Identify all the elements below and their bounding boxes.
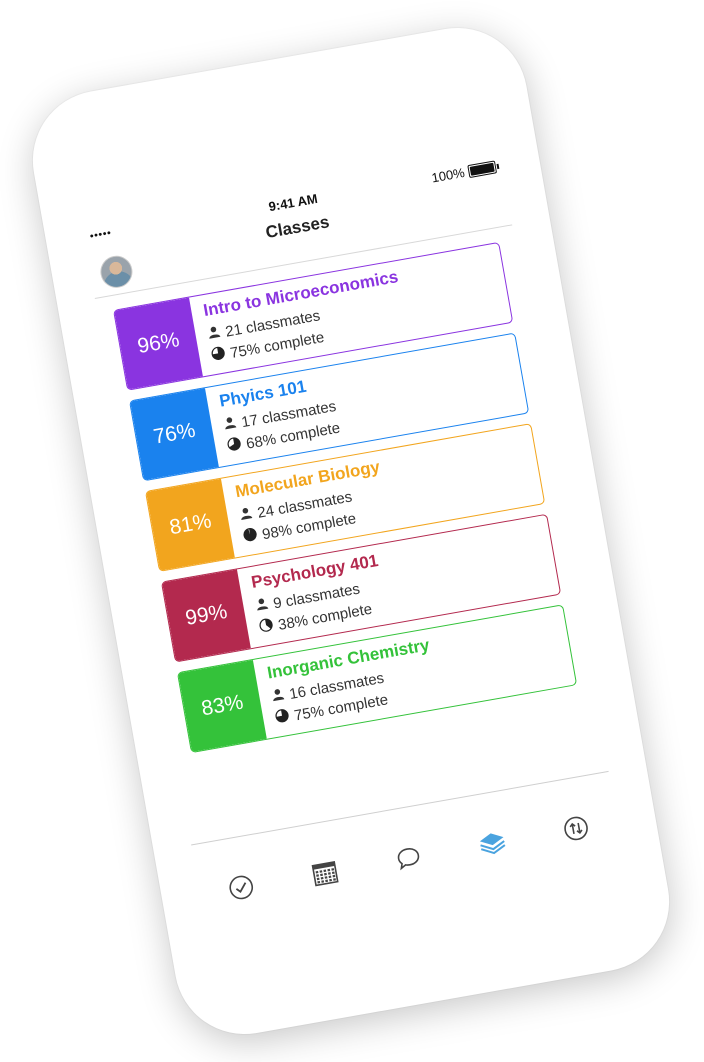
swap-arrows-icon[interactable] — [552, 805, 598, 851]
class-grade: 76% — [130, 388, 219, 481]
calendar-icon[interactable] — [302, 850, 348, 896]
chat-bubble-icon[interactable] — [385, 835, 431, 881]
tab-bar — [191, 770, 627, 945]
battery-icon — [467, 160, 500, 179]
person-icon — [254, 597, 270, 616]
progress-pie-icon — [274, 708, 291, 728]
battery-fill — [469, 162, 495, 176]
class-grade: 81% — [146, 478, 235, 571]
checkmark-circle-icon[interactable] — [218, 864, 264, 910]
person-icon — [206, 325, 222, 344]
class-list: 96% Intro to Microeconomics 21 classmates… — [95, 225, 593, 756]
person-icon — [222, 415, 238, 434]
person-icon — [270, 687, 286, 706]
app-screen: ••••• 9:41 AM 100% Classes 96% Intro to M… — [82, 153, 627, 945]
progress-pie-icon — [226, 436, 243, 456]
class-grade: 96% — [114, 297, 203, 390]
class-grade: 83% — [178, 659, 267, 752]
progress-pie-icon — [242, 526, 259, 546]
phone-frame: ••••• 9:41 AM 100% Classes 96% Intro to M… — [21, 16, 681, 1046]
person-icon — [238, 506, 254, 525]
progress-pie-icon — [258, 617, 275, 637]
battery-percent: 100% — [430, 164, 466, 186]
progress-pie-icon — [210, 345, 227, 365]
stack-layers-icon[interactable] — [469, 820, 515, 866]
class-grade: 99% — [162, 569, 251, 662]
